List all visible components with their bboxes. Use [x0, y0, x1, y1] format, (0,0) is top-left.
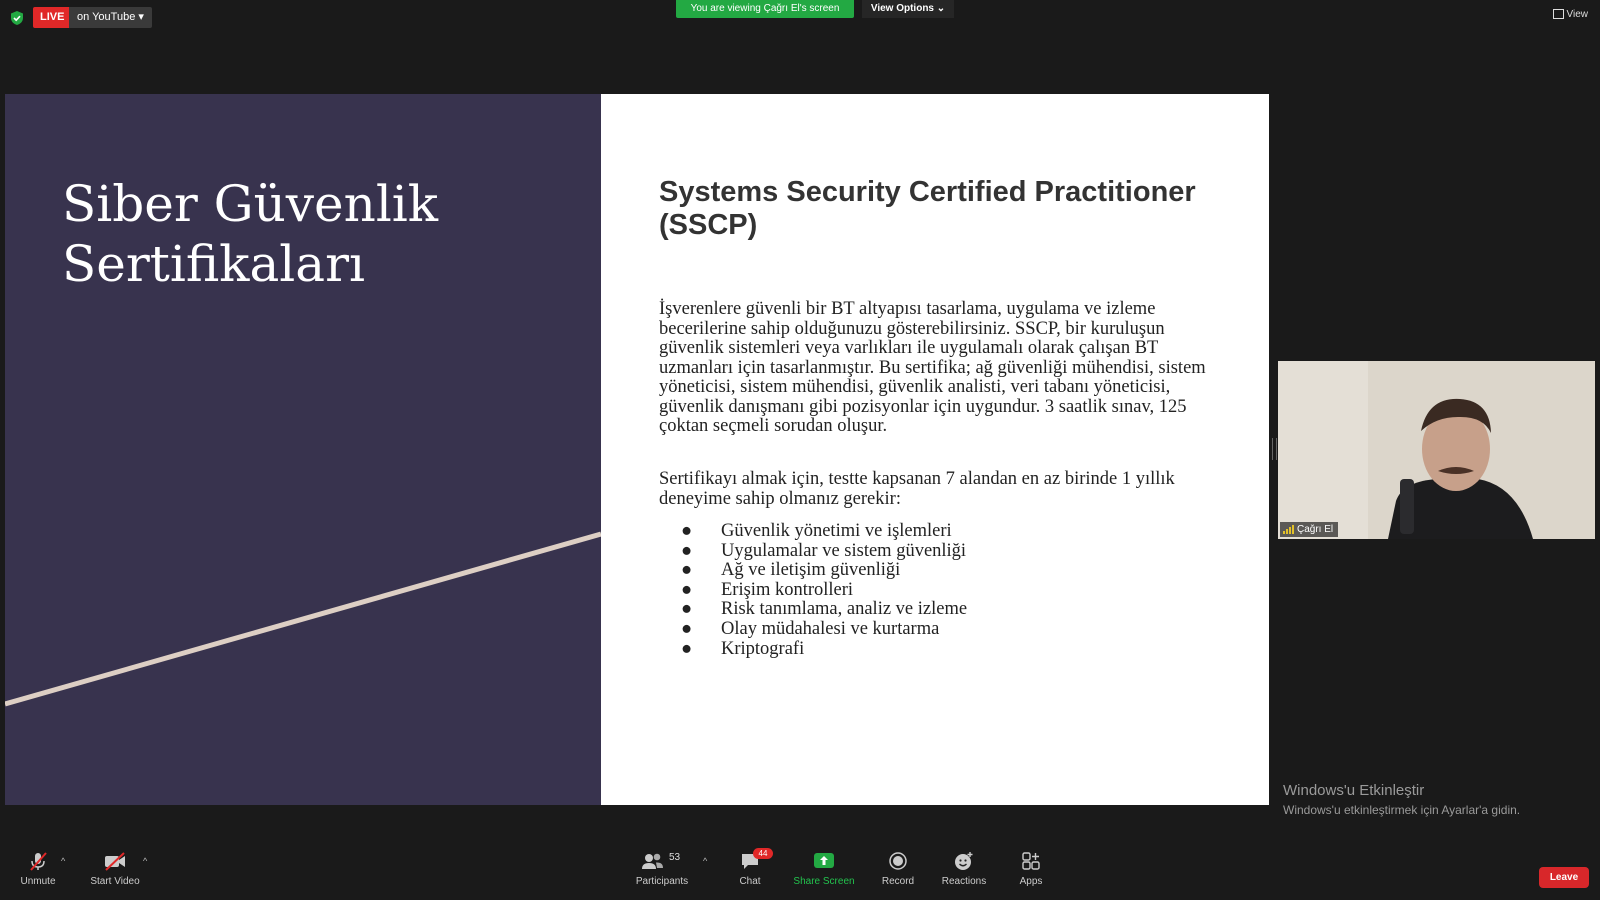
view-options-button[interactable]: View Options ⌄ [862, 0, 954, 18]
participant-count: 53 [669, 852, 681, 863]
domain-list: ● Güvenlik yönetimi ve işlemleri ● Uygulam… [679, 521, 967, 660]
reactions-emoji-icon [955, 852, 973, 870]
unmute-label: Unmute [20, 876, 56, 887]
certification-requirement: Sertifikayı almak için, testte kapsanan … [659, 469, 1175, 509]
participants-label: Participants [635, 876, 689, 887]
video-options-caret-icon[interactable]: ^ [143, 856, 147, 866]
participant-name: Çağrı El [1297, 524, 1334, 535]
certification-title: Systems Security Certified Practitioner … [659, 176, 1196, 241]
view-button[interactable]: View [1552, 9, 1589, 20]
list-item: ● Kriptografi [679, 638, 967, 660]
participants-button[interactable]: 53 Participants [627, 850, 697, 887]
start-video-button[interactable]: Start Video [80, 850, 150, 887]
windows-activation-title: Windows'u Etkinleştir [1283, 782, 1425, 799]
list-item-label: Erişim kontrolleri [721, 579, 854, 600]
list-item: ● Ağ ve iletişim güvenliği [679, 560, 967, 581]
chat-label: Chat [739, 876, 761, 887]
shared-slide: Siber Güvenlik Sertifikaları Systems Sec… [5, 94, 1269, 805]
list-item-label: Uygulamalar ve sistem güvenliği [721, 540, 967, 561]
list-item: ● Erişim kontrolleri [679, 579, 967, 601]
chat-button[interactable]: 44 Chat [715, 848, 785, 887]
participant-video-frame [1278, 361, 1595, 539]
list-item: ● Risk tanımlama, analiz ve izleme [679, 600, 967, 620]
slide-right-panel: Systems Security Certified Practitioner … [601, 94, 1269, 805]
viewing-screen-banner: You are viewing Çağrı El's screen [676, 0, 854, 18]
view-label: View [1566, 9, 1589, 20]
apps-icon [1022, 852, 1040, 870]
participant-video-tile[interactable]: Çağrı El [1278, 361, 1595, 539]
list-item-label: Güvenlik yönetimi ve işlemleri [721, 521, 952, 541]
list-item-label: Olay müdahalesi ve kurtarma [721, 618, 940, 639]
apps-button[interactable]: Apps [996, 850, 1066, 887]
live-destination-dropdown[interactable]: on YouTube ▾ [69, 7, 152, 28]
apps-label: Apps [1019, 876, 1043, 887]
record-icon [889, 852, 907, 870]
meeting-toolbar: Unmute ^ Start Video ^ 53 Participants ^… [0, 848, 1600, 900]
panel-resize-handle[interactable] [1272, 438, 1277, 460]
bullet-icon: ● [681, 599, 693, 620]
muted-microphone-icon [30, 852, 47, 871]
security-shield-icon[interactable] [9, 10, 25, 26]
audio-options-caret-icon[interactable]: ^ [61, 856, 65, 866]
list-item: ● Olay müdahalesi ve kurtarma [679, 618, 967, 640]
start-video-label: Start Video [90, 876, 140, 887]
video-off-icon [105, 852, 125, 871]
bullet-icon: ● [681, 540, 693, 561]
list-item: ● Güvenlik yönetimi ve işlemleri [679, 521, 967, 542]
participants-caret-icon[interactable]: ^ [703, 856, 707, 866]
chat-unread-badge: 44 [753, 848, 773, 859]
grid-icon [1552, 9, 1564, 20]
certification-description: İşverenlere güvenli bir BT altyapısı tas… [659, 299, 1206, 436]
list-item-label: Ağ ve iletişim güvenliği [721, 560, 901, 581]
bullet-icon: ● [681, 618, 693, 639]
windows-activation-subtitle: Windows'u etkinleştirmek için Ayarlar'a … [1283, 803, 1521, 817]
share-screen-label: Share Screen [793, 876, 855, 887]
record-button[interactable]: Record [863, 850, 933, 887]
record-label: Record [881, 876, 915, 887]
decorative-diagonal-line [5, 531, 601, 707]
share-screen-icon [814, 853, 834, 868]
slide-left-panel: Siber Güvenlik Sertifikaları [5, 94, 601, 805]
bullet-icon: ● [681, 560, 693, 581]
bullet-icon: ● [681, 521, 693, 541]
list-item-label: Kriptografi [721, 638, 805, 659]
leave-button[interactable]: Leave [1539, 867, 1589, 888]
share-screen-button[interactable]: Share Screen [789, 850, 859, 887]
bullet-icon: ● [681, 579, 693, 600]
participant-name-tag: Çağrı El [1280, 522, 1339, 537]
list-item: ● Uygulamalar ve sistem güvenliği [679, 540, 967, 562]
list-item-label: Risk tanımlama, analiz ve izleme [721, 599, 968, 620]
signal-strength-icon [1283, 524, 1294, 534]
reactions-button[interactable]: Reactions [929, 850, 999, 887]
bullet-icon: ● [681, 638, 693, 659]
live-badge[interactable]: LIVE [33, 7, 72, 28]
participants-icon [642, 853, 663, 869]
reactions-label: Reactions [941, 876, 987, 887]
